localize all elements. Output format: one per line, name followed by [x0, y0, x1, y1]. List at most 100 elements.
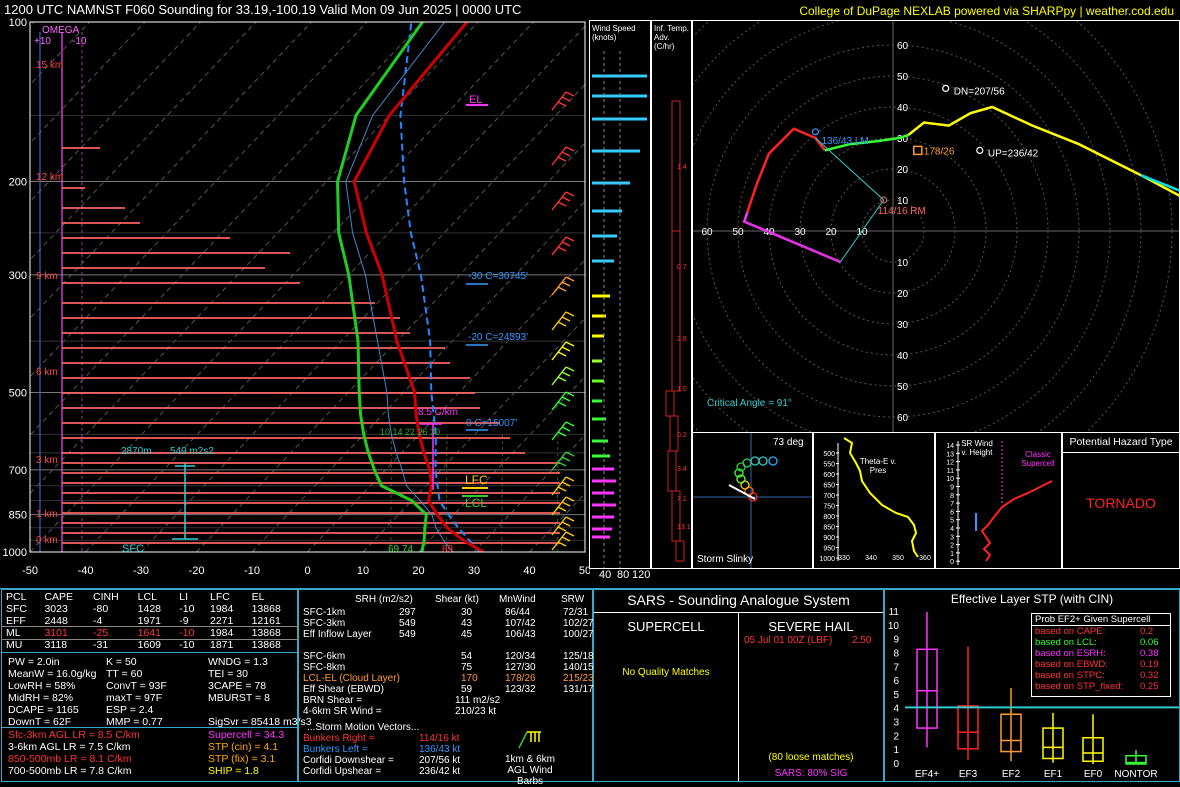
lr-700500: 700-500mb LR = 7.8 C/km: [8, 765, 132, 777]
hodo-x-label: 60: [701, 227, 713, 238]
barb-flag: [557, 376, 567, 382]
stp-cin: STP (cin) = 4.1: [208, 741, 279, 753]
sr-y-label: 2: [950, 543, 954, 550]
barb-flag: [565, 236, 575, 242]
barb-flag: [557, 506, 567, 512]
wind-barb: [551, 421, 575, 441]
chart-title: 1200 UTC NAMNST F060 Sounding for 33.19,…: [4, 2, 522, 17]
hodo-label-dn: DN=207/56: [954, 86, 1005, 97]
sfc-dewp-label: 69: [388, 544, 400, 555]
theta-y-label: 900: [823, 535, 835, 542]
cinh-header: CINH: [93, 591, 119, 603]
hodo-label-rm: 114/16 RM: [878, 206, 926, 217]
temperature-tick-label: 40: [523, 565, 535, 577]
hodo-x-label: 30: [794, 227, 806, 238]
l: based on LCL:: [1035, 637, 1097, 648]
theta-y-label: 1000: [819, 556, 835, 563]
cell: -31: [93, 639, 109, 651]
cell: 12161: [251, 615, 281, 627]
sr-y-label: 3: [950, 534, 954, 541]
cape-header: CAPE: [44, 591, 74, 603]
maxt-value: maxT = 97F: [106, 692, 163, 704]
stp-y-label: 7: [893, 662, 899, 673]
theta-e-chart: 500 550 600 650 700 750 800 850 900 950 1000 330 340…: [819, 437, 931, 563]
pw-value: PW = 2.0in: [8, 656, 60, 668]
theta-e-trace: [843, 437, 919, 558]
convt-value: ConvT = 93F: [106, 680, 167, 692]
barb-flag: [565, 311, 575, 317]
prob-ebwd: based on EBWD: 0.19: [1032, 659, 1170, 670]
stp-y-label: 0: [893, 759, 899, 770]
cell: MU: [6, 639, 23, 651]
cell: -9: [179, 615, 189, 627]
storm-slinky-angle: 73 deg: [773, 437, 804, 448]
cell: 1609: [137, 639, 162, 651]
wndg-value: WNDG = 1.3: [208, 656, 268, 668]
tei-value: TEI = 30: [208, 668, 248, 680]
sars-sig: SARS: 80% SIG: [774, 768, 848, 779]
wind-barb: [551, 311, 575, 331]
cell: 1871: [210, 639, 234, 651]
height-15km: 15 km: [36, 60, 64, 71]
cell: 1971: [137, 615, 162, 627]
wind-barb: [551, 191, 575, 211]
hodo-ring-label: 60: [897, 41, 909, 52]
v: 0.2: [1140, 626, 1154, 637]
temp-adv-value: 1.0: [677, 386, 687, 393]
wind-barb: [551, 276, 575, 296]
sr-value: 210/23 kt: [455, 706, 497, 717]
k: 178/26: [505, 673, 536, 684]
k: SFC-1km: [303, 607, 346, 618]
mean-wind-marker: [913, 145, 923, 156]
corfidi-down-marker: [942, 84, 950, 93]
stp-category-label: EF3: [959, 769, 978, 780]
temp-adv-value: 13.1: [677, 524, 691, 531]
wetbulb-label: 10 14 22 26 30: [380, 427, 441, 437]
k: 140/15: [563, 662, 593, 673]
k: 549: [399, 629, 416, 640]
mnwind-header: MnWind: [499, 594, 536, 605]
sr-wind-panel: 14 13 12 11 10 9 8 7 6 5 4 3 2 1 0 SR Wind v. Height C…: [935, 432, 1062, 569]
v: 0.25: [1140, 681, 1159, 692]
mburst-value: MBURST = 8: [208, 692, 270, 704]
sr-y-label: 13: [946, 451, 954, 458]
cell: -10: [179, 627, 195, 639]
sars-hail-size: 2.50: [852, 635, 872, 646]
barb-flag: [557, 486, 567, 492]
k: 102/27: [563, 618, 593, 629]
sars-panel: SARS - Sounding Analogue System SUPERCEL…: [593, 589, 884, 782]
v: 0.32: [1140, 670, 1159, 681]
pressure-tick-label: 200: [9, 177, 27, 189]
k: 107/42: [505, 618, 536, 629]
parcel-header-row: PCL CAPE CINH LCL LI LFC EL: [2, 591, 297, 603]
barb-flag: [561, 346, 571, 352]
pressure-tick-label: 1000: [3, 547, 27, 559]
kin-row: SFC-3km 549 43 107/42 102/27: [303, 618, 593, 629]
lapse-label: 8.5 C/km: [418, 407, 459, 418]
stp-y-label: 2: [893, 731, 899, 742]
cell: 1984: [210, 627, 234, 639]
k: 215/23: [563, 673, 593, 684]
temperature-tick-label: -10: [244, 565, 260, 577]
slinky-circle: [768, 456, 778, 466]
wind-barb: [551, 341, 575, 361]
hodo-trace-3-6km: [746, 127, 826, 213]
pressure-tick-label: 850: [9, 510, 27, 522]
sr-y-label: 7: [950, 501, 954, 508]
barb-flag: [557, 101, 567, 107]
lfc-header: LFC: [210, 591, 230, 603]
barb-flag: [561, 281, 571, 287]
barb-flag: [561, 196, 571, 202]
cell: -10: [179, 603, 195, 615]
el-label: EL: [469, 94, 483, 106]
k: 297: [399, 607, 416, 618]
kin-row: SFC-6km 54 120/34 125/18: [303, 651, 593, 662]
height-1km: 1 km: [36, 509, 58, 520]
storm-slinky-panel: Storm Slinky 73 deg: [692, 432, 813, 569]
lr-850500: 850-500mb LR = 8.1 C/km: [8, 753, 132, 765]
hodo-ring-label: 10: [897, 258, 909, 269]
cell: ML: [6, 627, 21, 639]
barb-flag: [565, 421, 575, 427]
parcel-table: PCL CAPE CINH LCL LI LFC EL SFC 3023 -80 14…: [1, 591, 298, 651]
zero-label: 0 C=15007': [466, 418, 518, 429]
